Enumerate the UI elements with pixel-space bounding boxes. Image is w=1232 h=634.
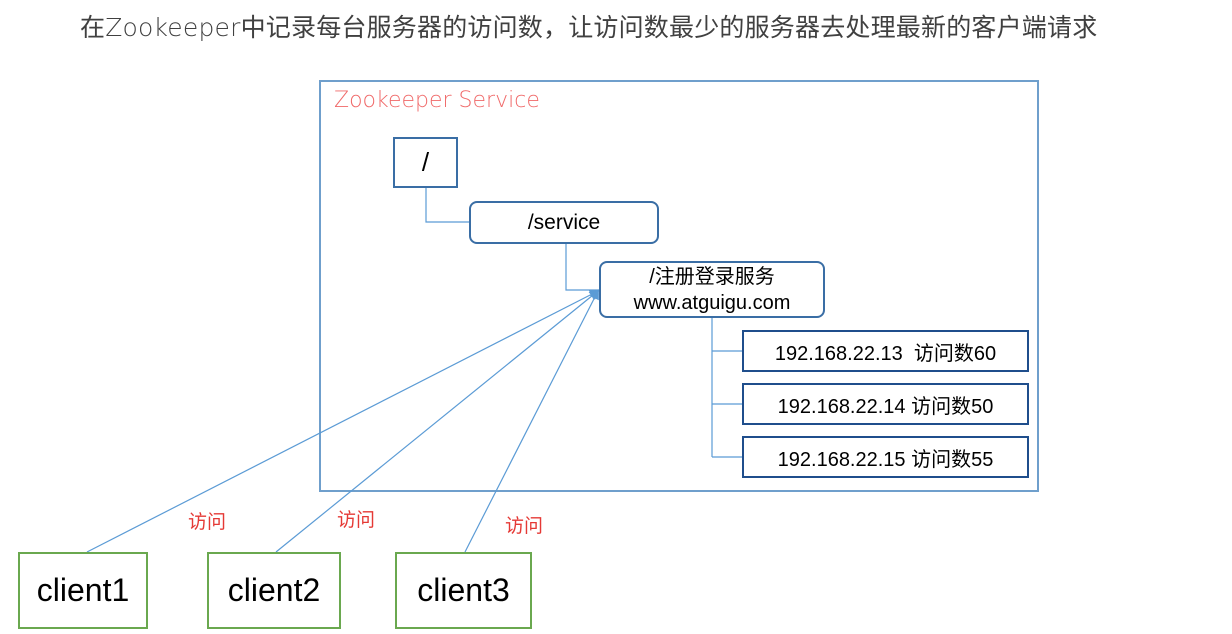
client-2-label: client2 <box>227 572 321 608</box>
server-3-label: 192.168.22.15 访问数55 <box>777 448 994 471</box>
register-node-url: www.atguigu.com <box>633 291 791 314</box>
service-node-label: /service <box>527 210 601 234</box>
client-3-box: client3 <box>395 552 532 629</box>
register-service-node: /注册登录服务 www.atguigu.com <box>599 261 825 318</box>
root-node-label: / <box>421 147 430 177</box>
service-node: /service <box>469 201 659 244</box>
register-node-title: /注册登录服务 <box>649 265 775 288</box>
client-1-box: client1 <box>18 552 148 629</box>
access-label-client1: 访问 <box>188 511 227 533</box>
client-1-label: client1 <box>36 572 130 608</box>
client-2-box: client2 <box>207 552 341 629</box>
access-label-client3: 访问 <box>505 515 544 537</box>
zookeeper-service-label: Zookeeper Service <box>334 88 540 113</box>
client-3-label: client3 <box>417 572 510 608</box>
server-1-label: 192.168.22.13 访问数60 <box>774 342 997 365</box>
server-2-label: 192.168.22.14 访问数50 <box>777 395 994 418</box>
server-node-1: 192.168.22.13 访问数60 <box>742 330 1029 372</box>
access-label-client2: 访问 <box>337 509 376 531</box>
server-node-3: 192.168.22.15 访问数55 <box>742 436 1029 478</box>
caption-text: 在Zookeeper中记录每台服务器的访问数，让访问数最少的服务器去处理最新的客… <box>80 13 1098 42</box>
root-node: / <box>393 137 458 188</box>
server-node-2: 192.168.22.14 访问数50 <box>742 383 1029 425</box>
